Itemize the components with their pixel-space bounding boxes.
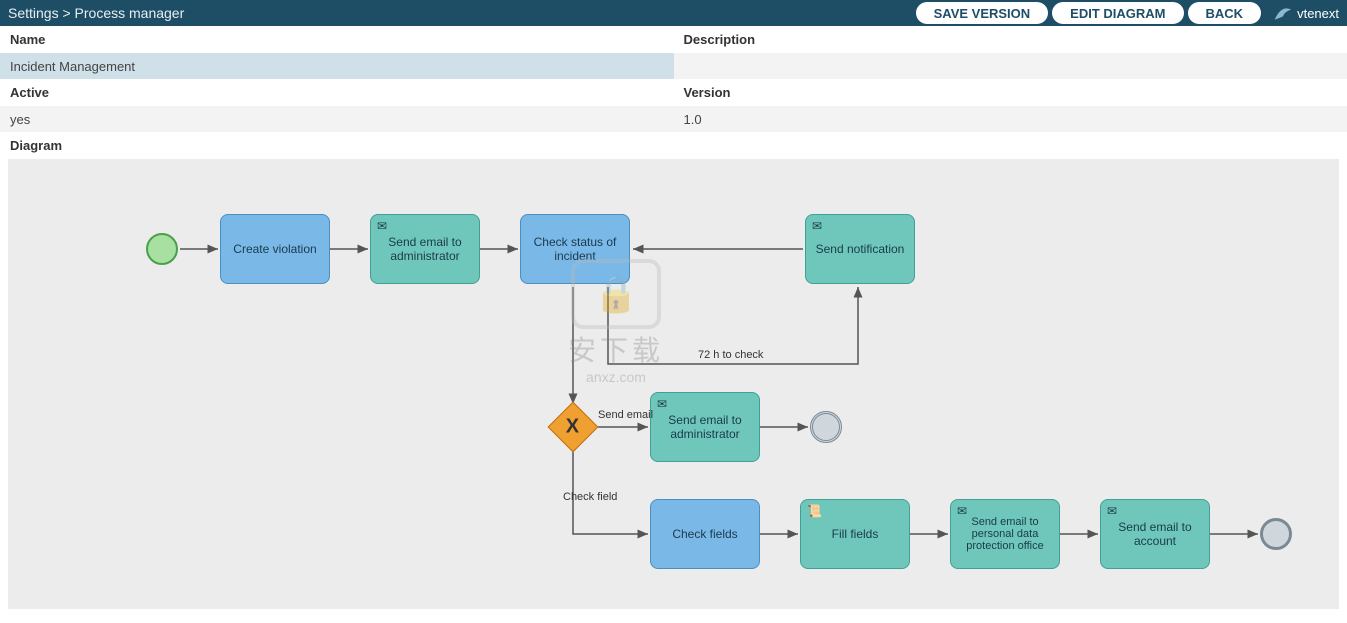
- task-label: Send notification: [816, 242, 905, 256]
- diagram-canvas[interactable]: Create violation ✉ Send email to adminis…: [8, 159, 1339, 609]
- bird-icon: [1273, 3, 1293, 23]
- task-send-dpo[interactable]: ✉ Send email to personal data protection…: [950, 499, 1060, 569]
- watermark-cn: 安下载: [568, 329, 664, 369]
- start-event[interactable]: [146, 233, 178, 265]
- topbar-actions: SAVE VERSION EDIT DIAGRAM BACK vtenext: [916, 0, 1339, 26]
- brand-logo: vtenext: [1273, 3, 1339, 23]
- task-label: Send email to account: [1105, 520, 1205, 548]
- task-label: Send email to administrator: [655, 413, 755, 441]
- envelope-icon: ✉: [957, 504, 967, 518]
- task-label: Check status of incident: [525, 235, 625, 263]
- watermark-domain: anxz.com: [586, 369, 646, 385]
- task-send-account[interactable]: ✉ Send email to account: [1100, 499, 1210, 569]
- task-send-admin-2[interactable]: ✉ Send email to administrator: [650, 392, 760, 462]
- task-label: Create violation: [233, 242, 316, 256]
- meta-panel: Name Description Incident Management Act…: [0, 26, 1347, 132]
- version-value[interactable]: 1.0: [674, 106, 1347, 132]
- name-value[interactable]: Incident Management: [0, 53, 674, 79]
- task-label: Send email to personal data protection o…: [955, 516, 1055, 552]
- version-label: Version: [674, 79, 1347, 106]
- task-send-admin-1[interactable]: ✉ Send email to administrator: [370, 214, 480, 284]
- name-label: Name: [0, 26, 674, 53]
- task-check-status[interactable]: Check status of incident: [520, 214, 630, 284]
- task-check-fields[interactable]: Check fields: [650, 499, 760, 569]
- task-label: Send email to administrator: [375, 235, 475, 263]
- back-button[interactable]: BACK: [1188, 2, 1262, 24]
- task-label: Fill fields: [832, 527, 879, 541]
- gateway-symbol: X: [566, 416, 579, 439]
- edge-label-send-email: Send email: [598, 409, 653, 421]
- task-create-violation[interactable]: Create violation: [220, 214, 330, 284]
- topbar: Settings > Process manager SAVE VERSION …: [0, 0, 1347, 26]
- task-send-notification[interactable]: ✉ Send notification: [805, 214, 915, 284]
- description-label: Description: [674, 26, 1347, 53]
- exclusive-gateway[interactable]: X: [548, 402, 599, 453]
- diagram-label: Diagram: [0, 132, 1347, 159]
- task-label: Check fields: [672, 527, 737, 541]
- envelope-icon: ✉: [657, 397, 667, 411]
- brand-text: vtenext: [1297, 6, 1339, 21]
- breadcrumb: Settings > Process manager: [8, 5, 184, 21]
- end-event-1[interactable]: [810, 411, 842, 443]
- active-value[interactable]: yes: [0, 106, 674, 132]
- active-label: Active: [0, 79, 674, 106]
- edit-diagram-button[interactable]: EDIT DIAGRAM: [1052, 2, 1183, 24]
- end-event-2[interactable]: [1260, 518, 1292, 550]
- edge-label-timer: 72 h to check: [698, 349, 763, 361]
- task-fill-fields[interactable]: 📜 Fill fields: [800, 499, 910, 569]
- envelope-icon: ✉: [1107, 504, 1117, 518]
- envelope-icon: ✉: [812, 219, 822, 233]
- edge-label-check-field: Check field: [563, 491, 617, 503]
- script-icon: 📜: [807, 504, 822, 518]
- save-version-button[interactable]: SAVE VERSION: [916, 2, 1049, 24]
- description-value[interactable]: [674, 53, 1347, 79]
- envelope-icon: ✉: [377, 219, 387, 233]
